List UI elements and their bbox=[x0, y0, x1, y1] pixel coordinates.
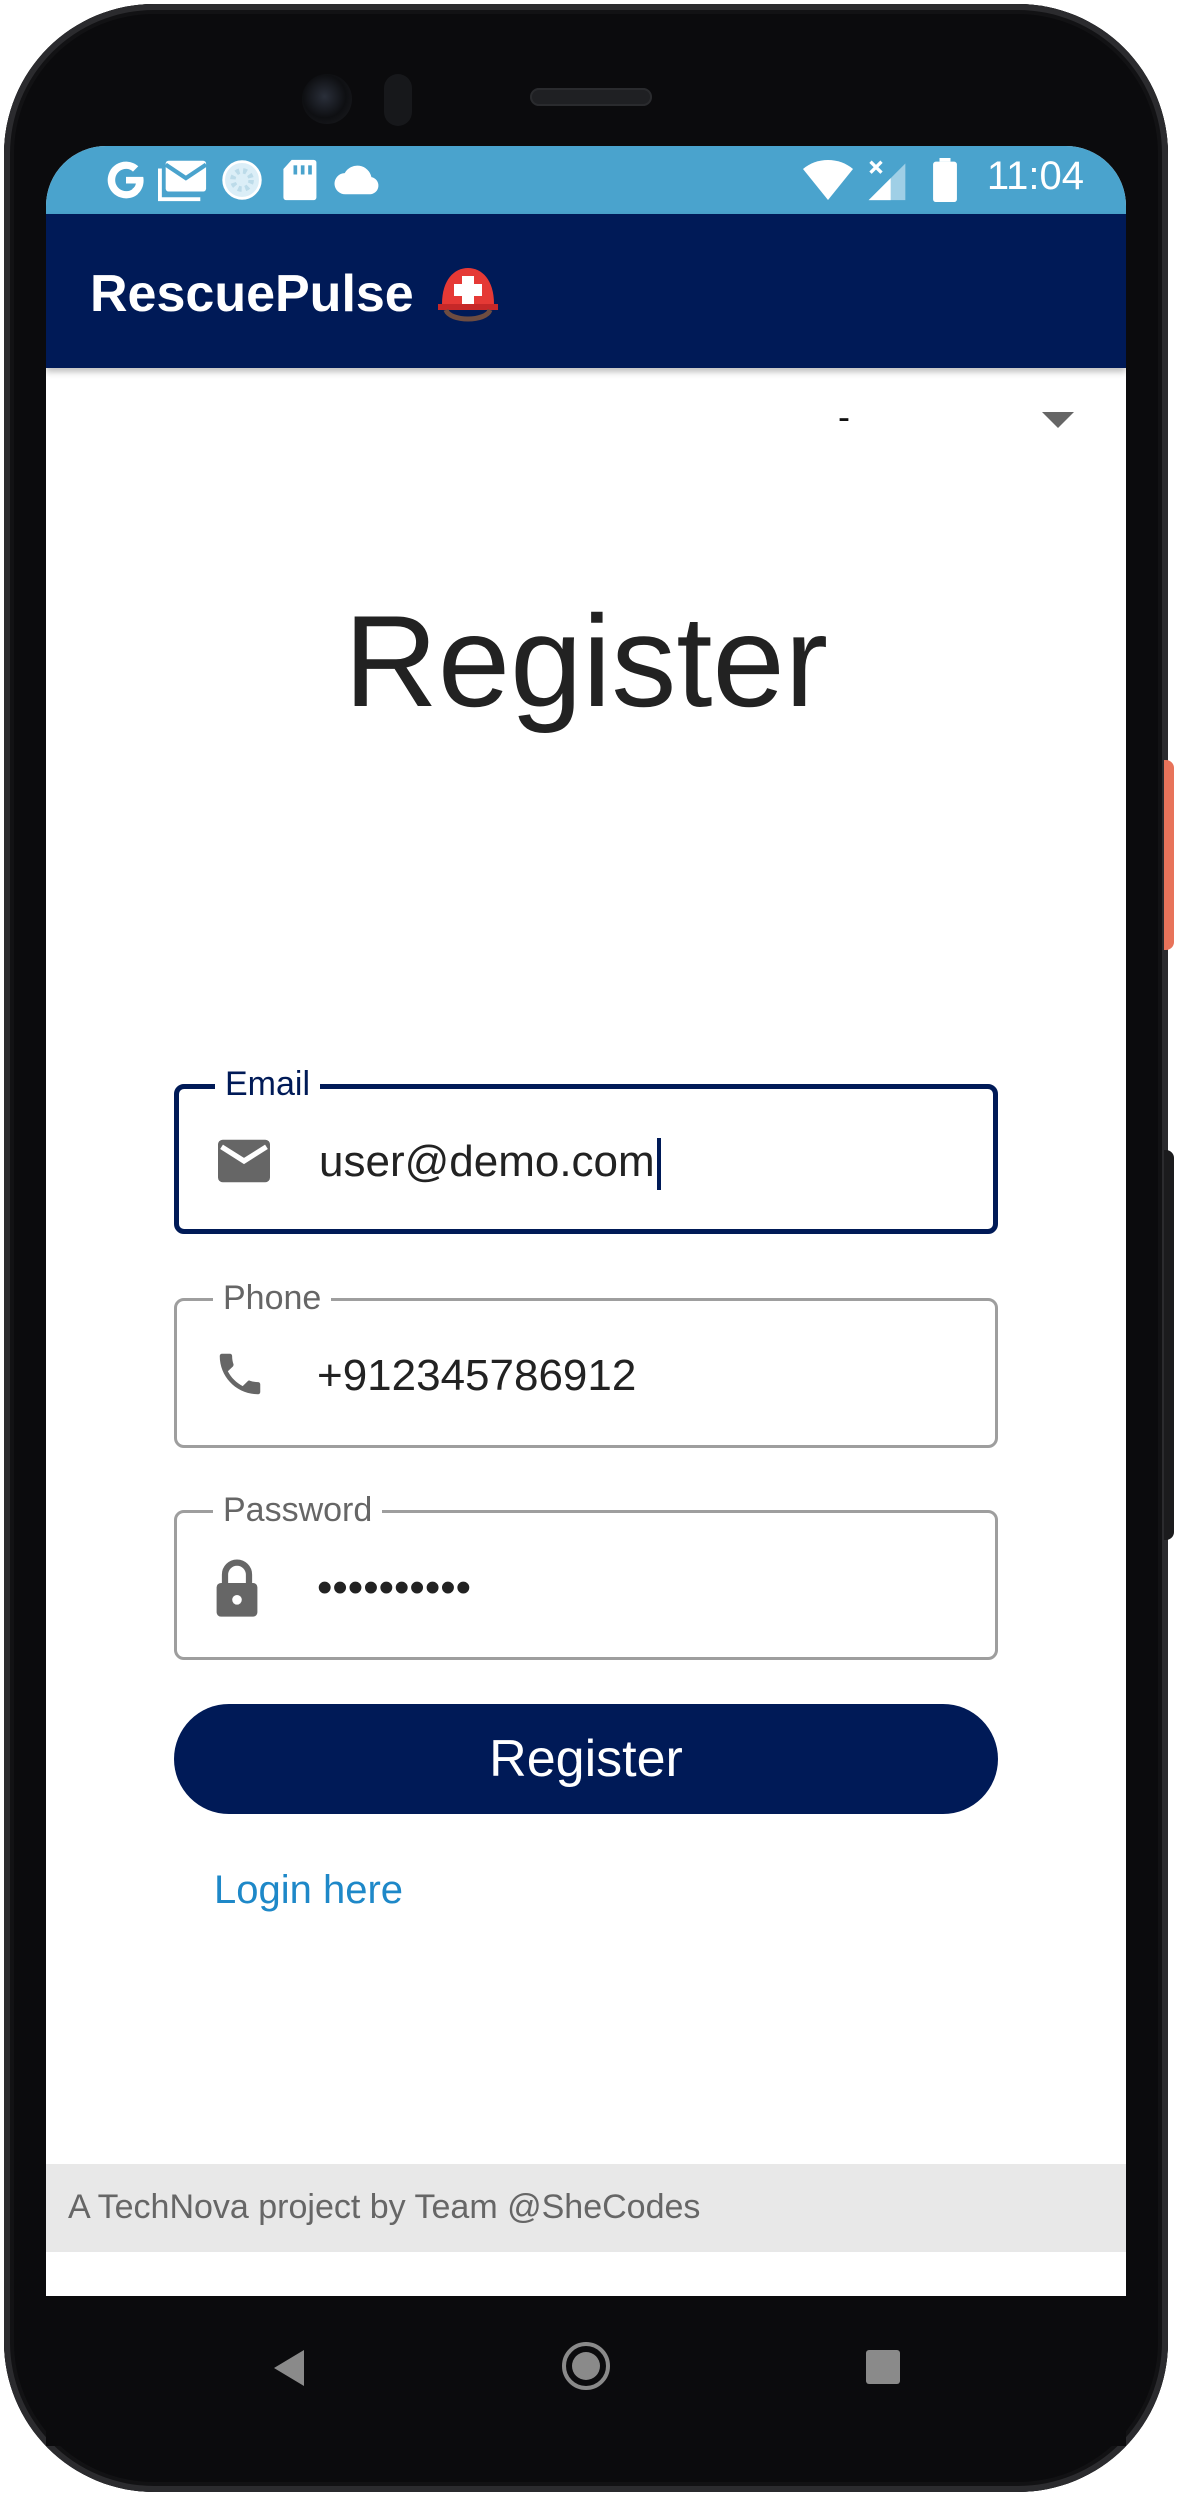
google-icon bbox=[107, 161, 144, 199]
email-field[interactable]: Email user@demo.com bbox=[174, 1065, 998, 1234]
rescue-helmet-icon bbox=[438, 268, 498, 322]
cloud-icon bbox=[334, 165, 379, 195]
language-dropdown-value: - bbox=[838, 396, 850, 437]
password-field[interactable]: Password •••••••••• bbox=[174, 1491, 998, 1660]
sync-icon bbox=[222, 160, 262, 200]
back-icon[interactable] bbox=[274, 2350, 304, 2386]
signal-icon bbox=[868, 160, 906, 201]
email-field-label: Email bbox=[215, 1065, 321, 1104]
wifi-icon bbox=[803, 160, 853, 200]
register-button[interactable]: Register bbox=[174, 1704, 998, 1814]
system-nav-bar bbox=[46, 2296, 1126, 2446]
phone-input[interactable]: +912345786912 bbox=[317, 1351, 636, 1401]
phone-field-label: Phone bbox=[213, 1279, 332, 1318]
power-button bbox=[1164, 760, 1174, 950]
footer: A TechNova project by Team @SheCodes bbox=[46, 2164, 1126, 2252]
password-field-label: Password bbox=[213, 1491, 383, 1530]
login-link[interactable]: Login here bbox=[214, 1868, 403, 1913]
phone-icon bbox=[219, 1353, 261, 1395]
app-bar: RescuePulse bbox=[46, 214, 1126, 368]
screen: 11:04 RescuePulse - Register Email user@… bbox=[46, 146, 1126, 2296]
text-cursor bbox=[656, 1138, 661, 1191]
email-input[interactable]: user@demo.com bbox=[319, 1137, 655, 1186]
status-bar: 11:04 bbox=[46, 146, 1126, 214]
volume-button bbox=[1164, 1150, 1174, 1540]
language-dropdown[interactable]: - bbox=[46, 368, 1126, 458]
password-input[interactable]: •••••••••• bbox=[317, 1563, 471, 1613]
recent-apps-icon[interactable] bbox=[866, 2350, 900, 2384]
status-time: 11:04 bbox=[986, 154, 1084, 198]
app-title: RescuePulse bbox=[90, 265, 414, 323]
lock-icon bbox=[216, 1559, 258, 1617]
footer-text: A TechNova project by Team @SheCodes bbox=[68, 2188, 701, 2226]
page-title: Register bbox=[343, 588, 829, 734]
proximity-sensor bbox=[384, 74, 412, 126]
front-camera bbox=[302, 74, 352, 124]
earpiece-speaker bbox=[530, 88, 652, 106]
mail-icon bbox=[218, 1139, 270, 1183]
gmail-icon bbox=[158, 160, 208, 202]
battery-icon bbox=[933, 158, 957, 202]
phone-field[interactable]: Phone +912345786912 bbox=[174, 1279, 998, 1448]
sdcard-icon bbox=[283, 159, 317, 201]
chevron-down-icon[interactable] bbox=[1042, 412, 1074, 428]
home-icon[interactable] bbox=[562, 2342, 610, 2390]
